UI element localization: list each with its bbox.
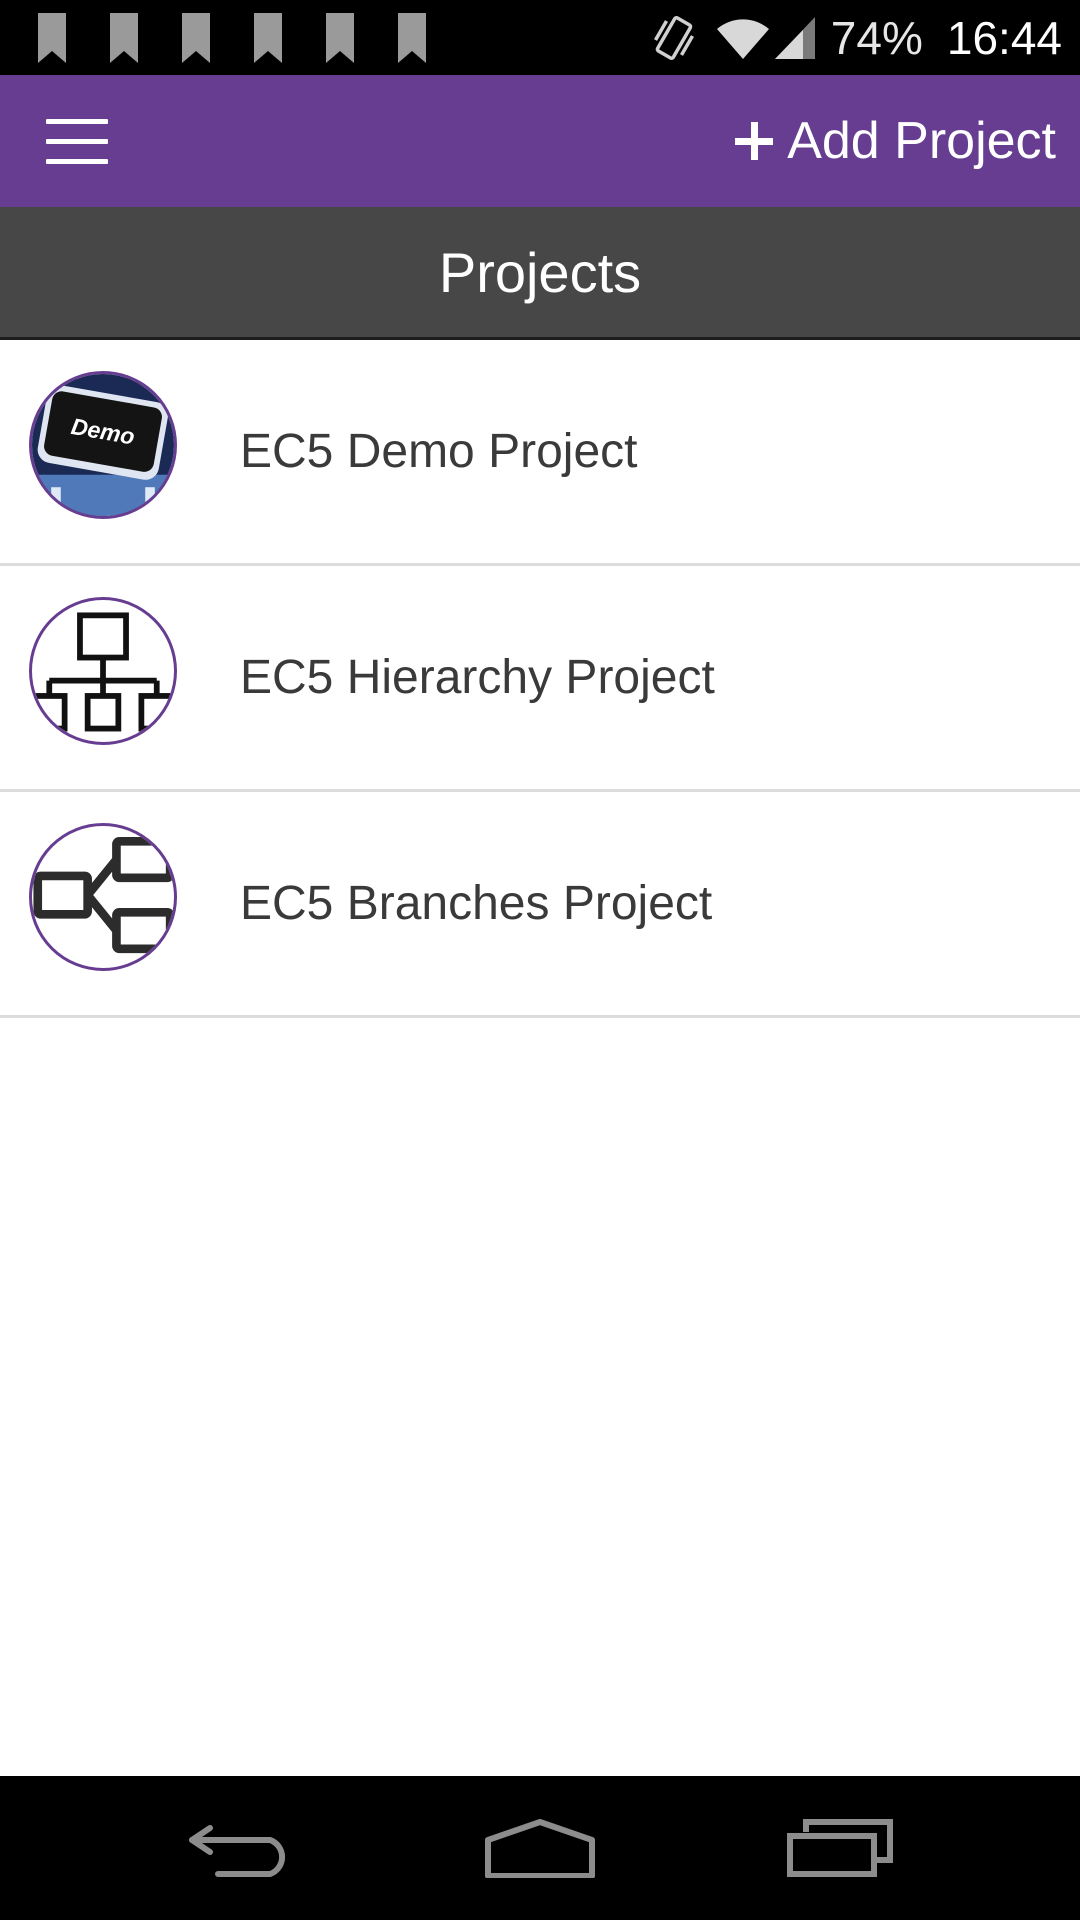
hamburger-menu-icon[interactable]	[46, 119, 108, 165]
project-list: Demo EC5 Demo Project EC5 Hierarchy Proj…	[0, 340, 1080, 1018]
demo-keyboard-key-icon: Demo	[29, 371, 177, 519]
bookmark-icon	[38, 13, 66, 63]
page-title: Projects	[438, 240, 642, 304]
recents-icon[interactable]	[740, 1776, 940, 1920]
hierarchy-icon	[29, 597, 177, 745]
home-icon[interactable]	[440, 1776, 640, 1920]
wifi-icon	[716, 18, 769, 59]
page-header: Projects	[0, 207, 1080, 340]
project-name: EC5 Demo Project	[240, 425, 638, 478]
project-list-item[interactable]: EC5 Hierarchy Project	[0, 566, 1080, 792]
bookmark-icon	[254, 13, 282, 63]
add-project-button[interactable]: Add Project	[735, 75, 1056, 207]
clock: 16:44	[946, 11, 1062, 64]
notification-icons	[38, 13, 426, 63]
branches-icon	[29, 823, 177, 971]
bookmark-icon	[110, 13, 138, 63]
add-project-label: Add Project	[787, 112, 1056, 170]
status-bar: 74% 16:44	[0, 0, 1080, 75]
bookmark-icon	[326, 13, 354, 63]
plus-icon	[735, 122, 774, 160]
project-name: EC5 Branches Project	[240, 877, 713, 930]
navigation-bar	[0, 1776, 1080, 1920]
project-name: EC5 Hierarchy Project	[240, 651, 715, 704]
battery-level: 74%	[830, 11, 923, 64]
back-icon[interactable]	[140, 1776, 340, 1920]
app-bar: Add Project	[0, 75, 1080, 207]
project-list-item[interactable]: Demo EC5 Demo Project	[0, 340, 1080, 566]
bookmark-icon	[182, 13, 210, 63]
project-list-item[interactable]: EC5 Branches Project	[0, 792, 1080, 1018]
bookmark-icon	[398, 13, 426, 63]
signal-icon	[774, 16, 815, 59]
vibrate-icon	[653, 15, 694, 60]
status-icons: 74% 16:44	[651, 0, 1062, 75]
